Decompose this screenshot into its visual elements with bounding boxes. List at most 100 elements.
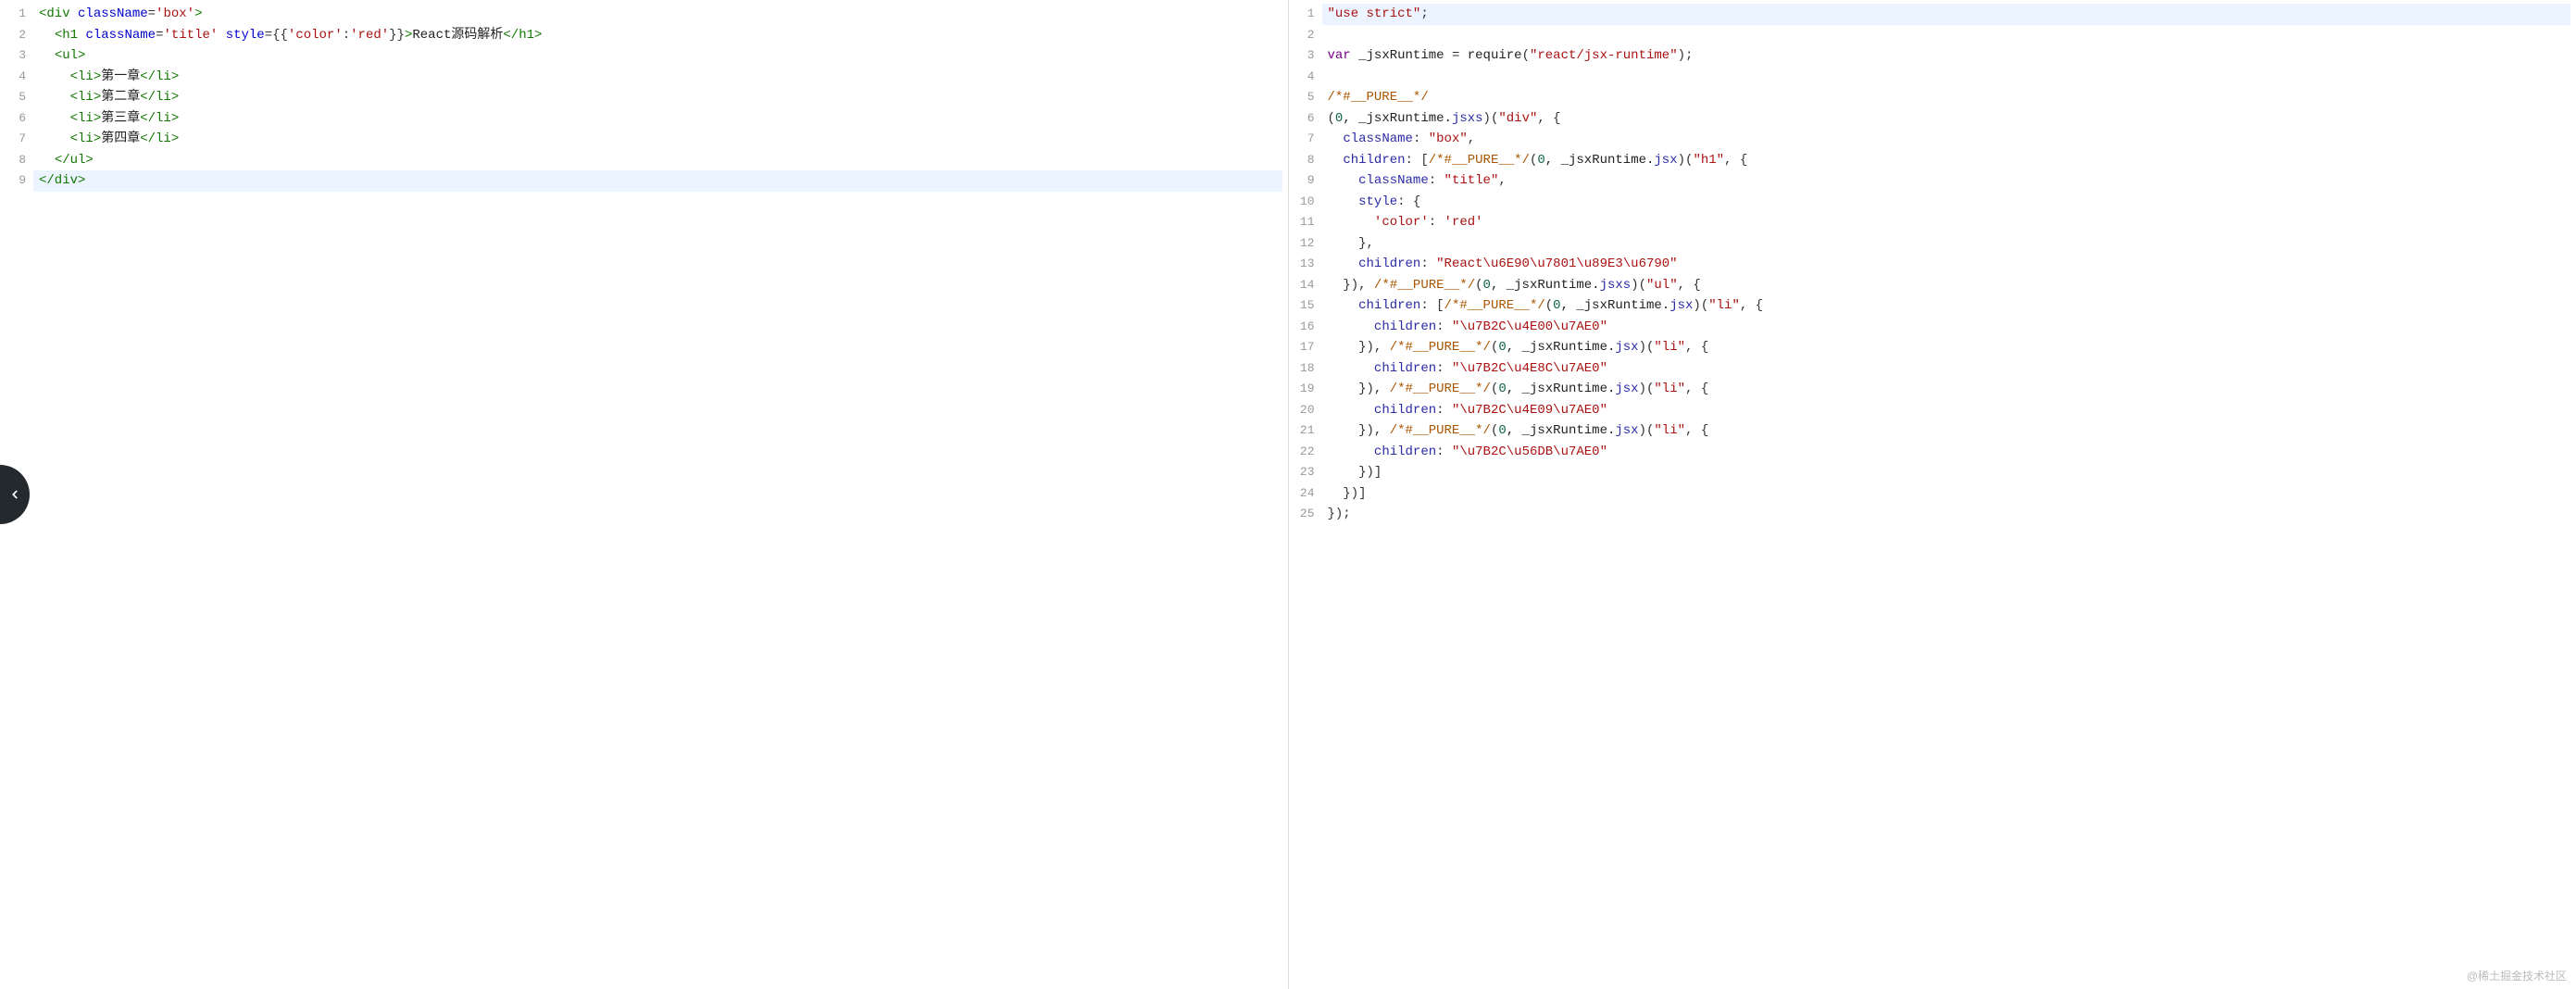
token-attr-val: 'color' xyxy=(288,28,343,43)
right-code-line[interactable]: var _jsxRuntime = require("react/jsx-run… xyxy=(1328,45,2571,67)
left-line-number: 9 xyxy=(0,170,33,192)
right-code-line[interactable]: "use strict"; xyxy=(1289,4,2571,25)
right-line-number: 7 xyxy=(1289,129,1322,150)
left-line-number: 7 xyxy=(0,129,33,150)
right-code-line[interactable]: }); xyxy=(1328,504,2571,525)
right-code-line[interactable]: })] xyxy=(1328,483,2571,505)
right-code-line[interactable]: children: [/*#__PURE__*/(0, _jsxRuntime.… xyxy=(1328,295,2571,317)
right-code[interactable]: "use strict"; var _jsxRuntime = require(… xyxy=(1322,0,2576,529)
right-code-line[interactable]: }), /*#__PURE__*/(0, _jsxRuntime.jsx)("l… xyxy=(1328,379,2571,400)
token-str: "box" xyxy=(1429,131,1468,146)
left-code[interactable]: <div className='box'> <h1 className='tit… xyxy=(33,0,1288,195)
token-tag: <li> xyxy=(70,90,102,105)
left-code-line[interactable]: </div> xyxy=(0,170,1282,192)
token-str: "li" xyxy=(1654,340,1685,355)
token-tag: </li> xyxy=(140,90,179,105)
token-punct: }} xyxy=(389,28,405,43)
left-code-line[interactable]: </ul> xyxy=(39,150,1282,171)
right-code-line[interactable]: }), /*#__PURE__*/(0, _jsxRuntime.jsx)("l… xyxy=(1328,337,2571,358)
right-line-number: 22 xyxy=(1289,442,1322,463)
left-code-line[interactable]: <ul> xyxy=(39,45,1282,67)
token-plain xyxy=(39,131,70,146)
token-punct: ; xyxy=(1420,6,1428,21)
token-plain: 第四章 xyxy=(101,131,140,146)
right-code-line[interactable]: children: "React\u6E90\u7801\u89E3\u6790… xyxy=(1328,254,2571,275)
token-num: 0 xyxy=(1537,153,1544,168)
right-line-number: 3 xyxy=(1289,45,1322,67)
right-line-number: 5 xyxy=(1289,87,1322,108)
token-plain xyxy=(39,153,55,168)
token-prop: jsx xyxy=(1615,340,1638,355)
token-tag: <h1 xyxy=(55,28,78,43)
right-code-line[interactable]: className: "box", xyxy=(1328,129,2571,150)
token-punct: ); xyxy=(1678,48,1694,63)
token-plain xyxy=(1328,403,1374,418)
token-punct: }), xyxy=(1328,423,1390,438)
left-code-line[interactable]: <li>第三章</li> xyxy=(39,108,1282,130)
left-code-line[interactable]: <h1 className='title' style={{'color':'r… xyxy=(39,25,1282,46)
right-code-line[interactable]: })] xyxy=(1328,462,2571,483)
left-code-line[interactable]: <li>第四章</li> xyxy=(39,129,1282,150)
token-tag: </h1> xyxy=(503,28,542,43)
token-punct: ( xyxy=(1475,278,1482,293)
right-line-number: 16 xyxy=(1289,317,1322,338)
token-attr-name: className xyxy=(85,28,156,43)
token-punct: )( xyxy=(1639,340,1655,355)
token-str: "\u7B2C\u4E09\u7AE0" xyxy=(1452,403,1607,418)
right-line-number: 4 xyxy=(1289,67,1322,88)
token-prop: jsx xyxy=(1669,298,1693,313)
right-code-line[interactable]: 'color': 'red' xyxy=(1328,212,2571,233)
left-code-line[interactable]: <li>第一章</li> xyxy=(39,67,1282,88)
right-editor-pane[interactable]: 1234567891011121314151617181920212223242… xyxy=(1289,0,2576,989)
token-str: "React\u6E90\u7801\u89E3\u6790" xyxy=(1436,257,1677,271)
token-num: 0 xyxy=(1483,278,1491,293)
right-code-line[interactable]: children: [/*#__PURE__*/(0, _jsxRuntime.… xyxy=(1328,150,2571,171)
watermark: @稀土掘金技术社区 xyxy=(2467,968,2567,983)
token-ident: , _jsxRuntime. xyxy=(1507,340,1616,355)
token-tag: <ul> xyxy=(55,48,86,63)
right-line-number: 18 xyxy=(1289,358,1322,380)
token-plain xyxy=(1328,444,1374,459)
right-code-line[interactable]: children: "\u7B2C\u4E00\u7AE0" xyxy=(1328,317,2571,338)
right-code-line[interactable]: style: { xyxy=(1328,192,2571,213)
right-code-line[interactable]: }, xyxy=(1328,233,2571,255)
token-punct: = xyxy=(148,6,156,21)
right-code-line[interactable]: /*#__PURE__*/ xyxy=(1328,87,2571,108)
token-plain xyxy=(39,90,70,105)
token-str: "use strict" xyxy=(1328,6,1421,21)
token-plain xyxy=(1328,298,1359,313)
token-punct: ( xyxy=(1545,298,1553,313)
token-punct: , xyxy=(1468,131,1475,146)
token-punct: )( xyxy=(1693,298,1708,313)
token-tag: <li> xyxy=(70,131,102,146)
token-tag: > xyxy=(194,6,202,21)
right-code-line[interactable]: }), /*#__PURE__*/(0, _jsxRuntime.jsx)("l… xyxy=(1328,420,2571,442)
right-code-line[interactable] xyxy=(1328,67,2571,88)
token-punct: )( xyxy=(1483,111,1499,126)
token-str: "h1" xyxy=(1693,153,1724,168)
right-code-line[interactable]: children: "\u7B2C\u56DB\u7AE0" xyxy=(1328,442,2571,463)
token-plain xyxy=(1328,319,1374,334)
token-punct: })] xyxy=(1328,486,1367,501)
right-line-number: 11 xyxy=(1289,212,1322,233)
left-editor-pane[interactable]: 123456789 <div className='box'> <h1 clas… xyxy=(0,0,1289,989)
token-attr-val: 'box' xyxy=(156,6,194,21)
token-str: 'red' xyxy=(1444,215,1483,230)
token-punct: )( xyxy=(1639,382,1655,396)
left-code-line[interactable]: <li>第二章</li> xyxy=(39,87,1282,108)
left-code-line[interactable]: <div className='box'> xyxy=(39,4,1282,25)
token-plain xyxy=(39,111,70,126)
token-tag: </div> xyxy=(39,173,85,188)
right-code-line[interactable] xyxy=(1328,25,2571,46)
token-punct: , { xyxy=(1724,153,1747,168)
right-line-number: 23 xyxy=(1289,462,1322,483)
token-punct: : xyxy=(343,28,350,43)
token-plain xyxy=(1459,48,1467,63)
right-code-line[interactable]: children: "\u7B2C\u4E8C\u7AE0" xyxy=(1328,358,2571,380)
right-code-line[interactable]: (0, _jsxRuntime.jsxs)("div", { xyxy=(1328,108,2571,130)
right-line-number: 14 xyxy=(1289,275,1322,296)
token-attr-val: 'red' xyxy=(350,28,389,43)
right-code-line[interactable]: }), /*#__PURE__*/(0, _jsxRuntime.jsxs)("… xyxy=(1328,275,2571,296)
right-code-line[interactable]: children: "\u7B2C\u4E09\u7AE0" xyxy=(1328,400,2571,421)
right-code-line[interactable]: className: "title", xyxy=(1328,170,2571,192)
